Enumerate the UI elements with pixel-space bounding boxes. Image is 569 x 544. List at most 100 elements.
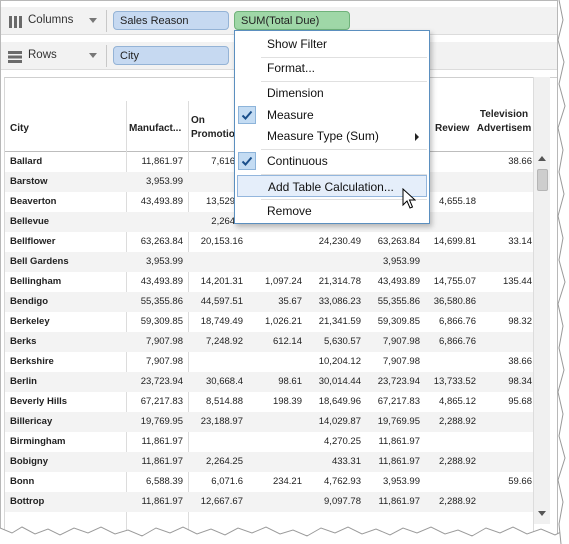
columns-dropdown-arrow-icon[interactable] xyxy=(89,18,97,23)
table-row[interactable]: Bellingham 43,493.89 14,201.31 1,097.24 21,3… xyxy=(5,272,536,292)
review-cell: 13,733.52 xyxy=(433,376,476,387)
col4-cell: 33,086.23 xyxy=(318,296,361,307)
shelf-divider xyxy=(106,45,107,67)
menu-item-continuous[interactable]: Continuous xyxy=(235,150,429,172)
review-cell: 36,580.86 xyxy=(433,296,476,307)
menu-item-measure[interactable]: Measure xyxy=(235,104,429,126)
manufacturer-cell: 43,493.89 xyxy=(140,276,183,287)
city-cell: Billericay xyxy=(10,416,53,427)
torn-edge-bottom xyxy=(0,526,569,544)
table-row[interactable]: Bottrop 11,861.97 12,667.67 9,097.78 11,861.… xyxy=(5,492,536,512)
review-cell: 14,699.81 xyxy=(433,236,476,247)
col3-cell: 1,097.24 xyxy=(265,276,302,287)
header-television-advertisement[interactable]: Television Advertisem xyxy=(475,108,533,136)
col5-cell: 7,907.98 xyxy=(383,336,420,347)
review-cell: 6,866.76 xyxy=(439,336,476,347)
col4-cell: 18,649.96 xyxy=(318,396,361,407)
table-row[interactable]: Berkeley 59,309.85 18,749.49 1,026.21 21,341… xyxy=(5,312,536,332)
city-cell: Bobigny xyxy=(10,456,48,467)
table-row[interactable]: Bonn 6,588.39 6,071.6 234.21 4,762.93 3,953.9… xyxy=(5,472,536,492)
city-cell: Beverly Hills xyxy=(10,396,68,407)
television-advertisement-cell: 98.34 xyxy=(508,376,532,387)
table-row[interactable]: Bendigo 55,355.86 44,597.51 35.67 33,086.23 5… xyxy=(5,292,536,312)
header-manufacturer[interactable]: Manufact... xyxy=(129,122,181,136)
col4-cell: 14,029.87 xyxy=(318,416,361,427)
on-promotion-cell: 6,071.6 xyxy=(211,476,243,487)
city-cell: Bellflower xyxy=(10,236,56,247)
col5-cell: 3,953.99 xyxy=(383,476,420,487)
table-row[interactable]: Billericay 19,769.95 23,188.97 14,029.87 19,… xyxy=(5,412,536,432)
col4-cell: 433.31 xyxy=(331,456,361,467)
vertical-scrollbar[interactable] xyxy=(533,77,550,524)
city-cell: Beaverton xyxy=(10,196,57,207)
on-promotion-cell: 7,248.92 xyxy=(206,336,243,347)
table-row[interactable]: Bell Gardens 3,953.99 3,953.99 xyxy=(5,252,536,272)
menu-item-dimension[interactable]: Dimension xyxy=(235,82,429,104)
sum-total-due-pill[interactable]: SUM(Total Due) xyxy=(234,11,350,30)
city-cell: Ballard xyxy=(10,156,43,167)
manufacturer-cell: 11,861.97 xyxy=(141,156,183,167)
scrollbar-thumb[interactable] xyxy=(537,169,548,191)
city-cell: Berlin xyxy=(10,376,37,387)
sales-reason-pill[interactable]: Sales Reason xyxy=(113,11,229,30)
review-cell: 4,865.12 xyxy=(439,396,476,407)
col3-cell: 612.14 xyxy=(272,336,302,347)
manufacturer-cell: 23,723.94 xyxy=(140,376,183,387)
scroll-down-icon[interactable] xyxy=(538,511,546,516)
table-row[interactable]: Berlin 23,723.94 30,668.4 98.61 30,014.44 23,… xyxy=(5,372,536,392)
city-cell: Barstow xyxy=(10,176,48,187)
on-promotion-cell: 12,667.67 xyxy=(200,496,243,507)
rows-label: Rows xyxy=(28,49,57,61)
city-cell: Bellingham xyxy=(10,276,62,287)
city-cell: Bell Gardens xyxy=(10,256,69,267)
on-promotion-cell: 20,153.16 xyxy=(200,236,243,247)
menu-item-add-table-calculation[interactable]: Add Table Calculation... xyxy=(237,175,427,197)
table-row[interactable]: Bobigny 11,861.97 2,264.25 433.31 11,861.97 2… xyxy=(5,452,536,472)
checkmark-icon xyxy=(238,152,256,170)
mouse-cursor-icon xyxy=(402,188,416,209)
table-row[interactable]: Berks 7,907.98 7,248.92 612.14 5,630.57 7,907… xyxy=(5,332,536,352)
header-city[interactable]: City xyxy=(10,122,29,136)
col4-cell: 9,097.78 xyxy=(324,496,361,507)
television-advertisement-cell: 38.66 xyxy=(508,356,532,367)
menu-item-show-filter[interactable]: Show Filter xyxy=(235,33,429,55)
col3-cell: 234.21 xyxy=(272,476,302,487)
torn-edge-right xyxy=(557,0,569,544)
col3-cell: 35.67 xyxy=(278,296,302,307)
review-cell: 2,288.92 xyxy=(439,456,476,467)
on-promotion-cell: 2,264.25 xyxy=(206,456,243,467)
manufacturer-cell: 59,309.85 xyxy=(140,316,183,327)
menu-item-remove[interactable]: Remove xyxy=(235,200,429,222)
city-cell: Birmingham xyxy=(10,436,66,447)
menu-item-format[interactable]: Format... xyxy=(235,57,429,79)
review-cell: 4,655.18 xyxy=(439,196,476,207)
col5-cell: 11,861.97 xyxy=(378,456,420,467)
col4-cell: 24,230.49 xyxy=(318,236,361,247)
col5-cell: 7,907.98 xyxy=(383,356,420,367)
city-cell: Bottrop xyxy=(10,496,45,507)
col5-cell: 19,769.95 xyxy=(377,416,420,427)
col5-cell: 43,493.89 xyxy=(377,276,420,287)
col5-cell: 11,861.97 xyxy=(378,436,420,447)
submenu-arrow-icon xyxy=(415,133,419,141)
table-row[interactable]: Berkshire 7,907.98 10,204.12 7,907.98 38.66 xyxy=(5,352,536,372)
city-cell: Bellevue xyxy=(10,216,50,227)
menu-item-measure-type[interactable]: Measure Type (Sum) xyxy=(235,125,429,147)
table-row[interactable]: Birmingham 11,861.97 4,270.25 11,861.97 xyxy=(5,432,536,452)
on-promotion-cell: 44,597.51 xyxy=(200,296,243,307)
col4-cell: 30,014.44 xyxy=(318,376,361,387)
col5-cell: 59,309.85 xyxy=(377,316,420,327)
header-review[interactable]: Review xyxy=(435,122,469,136)
table-row[interactable]: Beverly Hills 67,217.83 8,514.88 198.39 18,6… xyxy=(5,392,536,412)
rows-dropdown-arrow-icon[interactable] xyxy=(89,53,97,58)
col5-cell: 55,355.86 xyxy=(377,296,420,307)
on-promotion-cell: 8,514.88 xyxy=(206,396,243,407)
manufacturer-cell: 55,355.86 xyxy=(140,296,183,307)
scroll-up-icon[interactable] xyxy=(538,156,546,161)
city-pill[interactable]: City xyxy=(113,46,229,65)
on-promotion-cell: 14,201.31 xyxy=(200,276,243,287)
header-on-promotion[interactable]: On Promotio xyxy=(191,114,235,142)
shelf-divider xyxy=(106,10,107,32)
table-row[interactable]: Bellflower 63,263.84 20,153.16 24,230.49 63,… xyxy=(5,232,536,252)
col5-cell: 63,263.84 xyxy=(377,236,420,247)
